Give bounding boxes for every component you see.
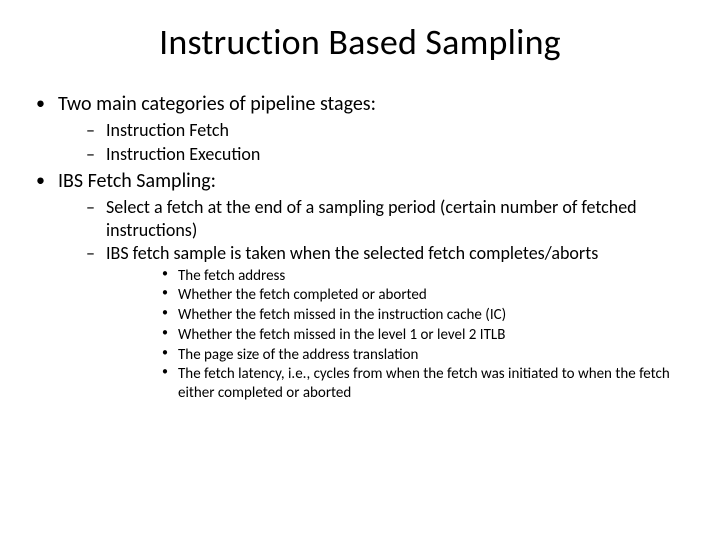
bullet-list-level2: Instruction Fetch Instruction Execution <box>58 119 690 165</box>
list-item: The fetch address <box>106 267 690 286</box>
bullet-list-level2: Select a fetch at the end of a sampling … <box>58 196 690 403</box>
list-item: IBS Fetch Sampling: Select a fetch at th… <box>30 169 690 403</box>
list-item: Instruction Fetch <box>58 119 690 142</box>
bullet-text: Whether the fetch missed in the level 1 … <box>178 326 505 344</box>
bullet-text: Select a fetch at the end of a sampling … <box>106 196 637 241</box>
bullet-text: Two main categories of pipeline stages: <box>58 92 376 116</box>
list-item: Instruction Execution <box>58 143 690 166</box>
slide-title: Instruction Based Sampling <box>30 20 690 64</box>
bullet-list-level1: Two main categories of pipeline stages: … <box>30 92 690 403</box>
bullet-list-level3: The fetch address Whether the fetch comp… <box>106 267 690 403</box>
slide: Instruction Based Sampling Two main cate… <box>0 0 720 540</box>
list-item: Whether the fetch completed or aborted <box>106 286 690 305</box>
bullet-text: IBS Fetch Sampling: <box>58 169 216 193</box>
list-item: Select a fetch at the end of a sampling … <box>58 196 690 241</box>
bullet-text: The fetch address <box>178 267 285 285</box>
list-item: Whether the fetch missed in the level 1 … <box>106 326 690 345</box>
bullet-text: Instruction Execution <box>106 143 260 165</box>
list-item: The page size of the address translation <box>106 346 690 365</box>
bullet-text: IBS fetch sample is taken when the selec… <box>106 242 598 264</box>
bullet-text: Whether the fetch completed or aborted <box>178 286 427 304</box>
list-item: The fetch latency, i.e., cycles from whe… <box>106 365 690 403</box>
list-item: IBS fetch sample is taken when the selec… <box>58 242 690 403</box>
bullet-text: The page size of the address translation <box>178 346 418 364</box>
bullet-text: Whether the fetch missed in the instruct… <box>178 306 506 324</box>
list-item: Whether the fetch missed in the instruct… <box>106 306 690 325</box>
bullet-text: The fetch latency, i.e., cycles from whe… <box>178 365 670 402</box>
bullet-text: Instruction Fetch <box>106 119 229 141</box>
list-item: Two main categories of pipeline stages: … <box>30 92 690 165</box>
